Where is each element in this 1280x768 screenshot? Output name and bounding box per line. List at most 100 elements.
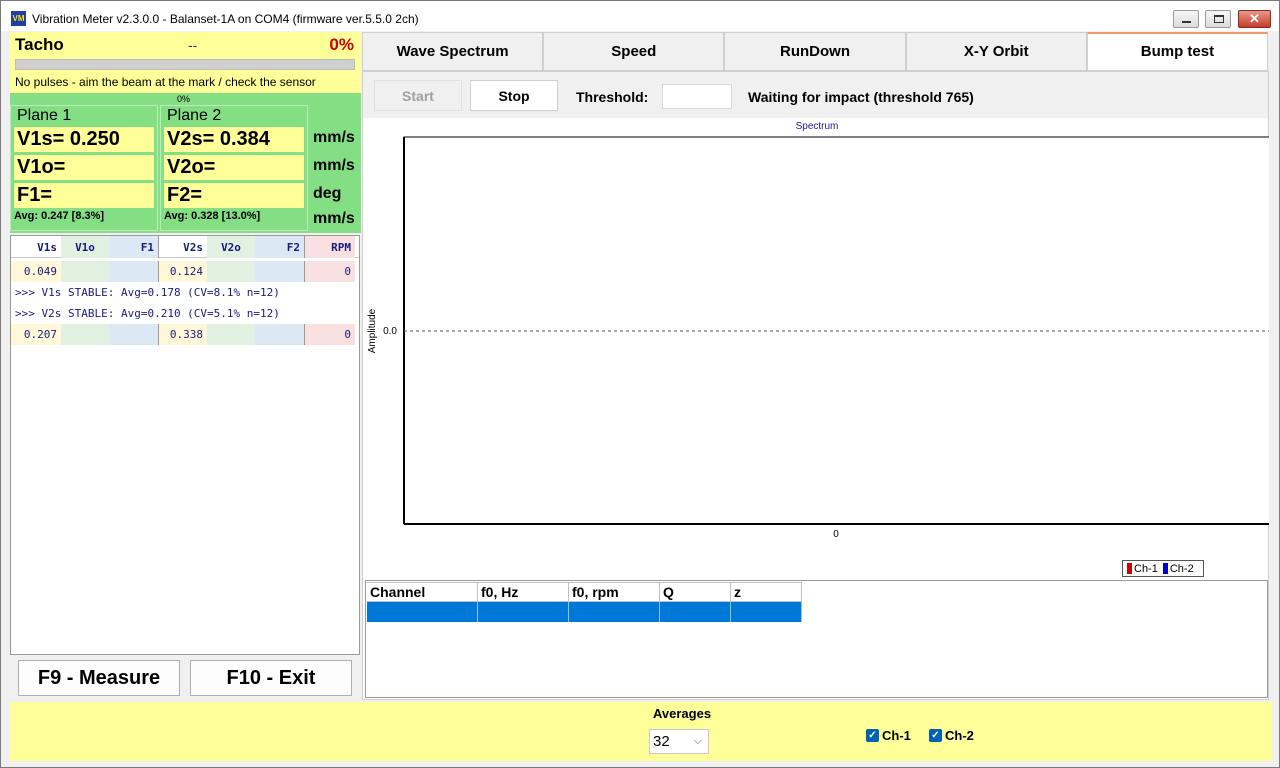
ch1-swatch	[1127, 563, 1132, 574]
selected-row[interactable]	[367, 602, 802, 622]
v1o-value: V1o=	[14, 155, 154, 180]
f1-value: F1=	[14, 183, 154, 208]
spectrum-chart[interactable]: Spectrum 0.0 0 Amplitude	[363, 118, 1269, 548]
v2s-value: V2s= 0.384	[164, 127, 304, 152]
col-v2s: V2s	[183, 240, 203, 254]
planes-panel: 0% Plane 1 V1s= 0.250 V1o= F1= Avg: 0.24…	[10, 93, 361, 233]
window-title: Vibration Meter v2.3.0.0 - Balanset-1A o…	[32, 12, 419, 26]
exit-button[interactable]: F10 - Exit	[190, 660, 352, 696]
chart-title: Spectrum	[796, 121, 839, 132]
cell-v1o	[61, 324, 109, 345]
stop-button[interactable]: Stop	[470, 80, 558, 111]
tab-speed[interactable]: Speed	[543, 32, 725, 71]
tab-bump-test[interactable]: Bump test	[1086, 32, 1269, 71]
col-q: Q	[660, 582, 731, 602]
cell-rpm: 0	[305, 261, 355, 282]
checkbox-check-icon: ✓	[929, 729, 942, 742]
tacho-progress-bar	[15, 59, 355, 70]
cell-v2s: 0.338	[159, 324, 207, 345]
minimize-button[interactable]	[1173, 10, 1199, 28]
cell-channel	[367, 602, 478, 622]
col-channel: Channel	[367, 582, 478, 602]
tacho-message: No pulses - aim the beam at the mark / c…	[15, 75, 316, 89]
cell-f1	[109, 324, 159, 345]
col-f0-rpm: f0, rpm	[569, 582, 660, 602]
plane-1-box: Plane 1 V1s= 0.250 V1o= F1= Avg: 0.247 […	[10, 105, 158, 231]
tab-wave-spectrum[interactable]: Wave Spectrum	[362, 32, 544, 71]
unit-label: mm/s	[313, 129, 355, 146]
cell-v2s: 0.124	[159, 261, 207, 282]
table-row: 0.207 0.338 0	[11, 324, 359, 345]
y-tick-label: 0.0	[383, 326, 397, 337]
cell-f0-rpm	[569, 602, 660, 622]
ch2-checkbox[interactable]: ✓ Ch-2	[929, 728, 974, 743]
v1s-value: V1s= 0.250	[14, 127, 154, 152]
unit-label: mm/s	[313, 157, 355, 174]
f2-value: F2=	[164, 183, 304, 208]
tab-xy-orbit[interactable]: X-Y Orbit	[905, 32, 1087, 71]
cell-v2o	[207, 261, 255, 282]
readings-table[interactable]: V1s V1o F1 V2s V2o F2 RPM 0.049 0.124 0 …	[10, 235, 360, 655]
cell-rpm: 0	[305, 324, 355, 345]
plane-1-title: Plane 1	[17, 107, 72, 124]
y-axis-label: Amplitude	[367, 308, 378, 353]
measure-button[interactable]: F9 - Measure	[18, 660, 180, 696]
plane-2-box: Plane 2 V2s= 0.384 V2o= F2= Avg: 0.328 […	[160, 105, 308, 231]
col-v1o: V1o	[61, 236, 109, 258]
readings-header: V1s V1o F1 V2s V2o F2 RPM	[11, 236, 359, 258]
status-text: Waiting for impact (threshold 765)	[748, 89, 974, 105]
results-table[interactable]: Channel f0, Hz f0, rpm Q z	[365, 580, 1268, 698]
averages-value: 32	[653, 733, 670, 750]
title-bar: VM Vibration Meter v2.3.0.0 - Balanset-1…	[1, 1, 1279, 31]
tacho-label: Tacho	[15, 35, 64, 54]
maximize-icon	[1214, 15, 1224, 23]
tacho-percent: 0%	[329, 35, 354, 54]
cell-v2o	[207, 324, 255, 345]
results-header: Channel f0, Hz f0, rpm Q z	[367, 582, 802, 602]
chart-legend: Ch-1 Ch-2	[1122, 560, 1204, 577]
tab-rundown[interactable]: RunDown	[724, 32, 906, 71]
col-f2: F2	[255, 236, 305, 258]
cell-f2	[255, 261, 305, 282]
cell-v1s: 0.049	[11, 261, 61, 282]
maximize-button[interactable]	[1205, 10, 1231, 28]
cell-z	[731, 602, 802, 622]
checkbox-check-icon: ✓	[866, 729, 879, 742]
bottom-panel: Averages 32 ⌵ ✓ Ch-1 ✓ Ch-2	[10, 702, 1272, 761]
col-rpm: RPM	[305, 236, 355, 258]
legend-ch2: Ch-2	[1169, 562, 1194, 575]
threshold-label: Threshold:	[576, 89, 649, 105]
close-button[interactable]: ✕	[1238, 10, 1271, 28]
col-v2o: V2o	[207, 236, 255, 258]
plane-2-avg: Avg: 0.328 [13.0%]	[164, 210, 261, 222]
app-icon: VM	[11, 11, 26, 26]
averages-select[interactable]: 32 ⌵	[649, 729, 709, 754]
minimize-icon	[1182, 21, 1191, 23]
legend-ch1: Ch-1	[1134, 562, 1158, 575]
signal-bar-percent: 0%	[177, 94, 191, 104]
threshold-input[interactable]	[662, 84, 732, 109]
col-z: z	[731, 582, 802, 602]
plane-2-title: Plane 2	[167, 107, 222, 124]
col-f1: F1	[109, 236, 159, 258]
ch1-checkbox[interactable]: ✓ Ch-1	[866, 728, 911, 743]
col-v1s: V1s	[37, 240, 57, 254]
stable-message: >>> V2s STABLE: Avg=0.210 (CV=5.1% n=12)	[15, 307, 280, 320]
col-f0-hz: f0, Hz	[478, 582, 569, 602]
stable-message: >>> V1s STABLE: Avg=0.178 (CV=8.1% n=12)	[15, 286, 280, 299]
plane-1-avg: Avg: 0.247 [8.3%]	[14, 210, 105, 222]
chevron-down-icon: ⌵	[693, 735, 702, 747]
ch2-checkbox-label: Ch-2	[945, 728, 974, 743]
v2o-value: V2o=	[164, 155, 304, 180]
cell-v1s: 0.207	[11, 324, 61, 345]
unit-label: mm/s	[313, 210, 355, 227]
x-tick-label: 0	[833, 529, 839, 540]
cell-q	[660, 602, 731, 622]
cell-f0-hz	[478, 602, 569, 622]
tab-bar: Wave Spectrum Speed RunDown X-Y Orbit Bu…	[362, 32, 1269, 71]
table-row: 0.049 0.124 0	[11, 261, 359, 282]
ch2-swatch	[1162, 563, 1168, 574]
app-window: VM Vibration Meter v2.3.0.0 - Balanset-1…	[0, 0, 1280, 768]
cell-f2	[255, 324, 305, 345]
start-button[interactable]: Start	[374, 80, 462, 111]
